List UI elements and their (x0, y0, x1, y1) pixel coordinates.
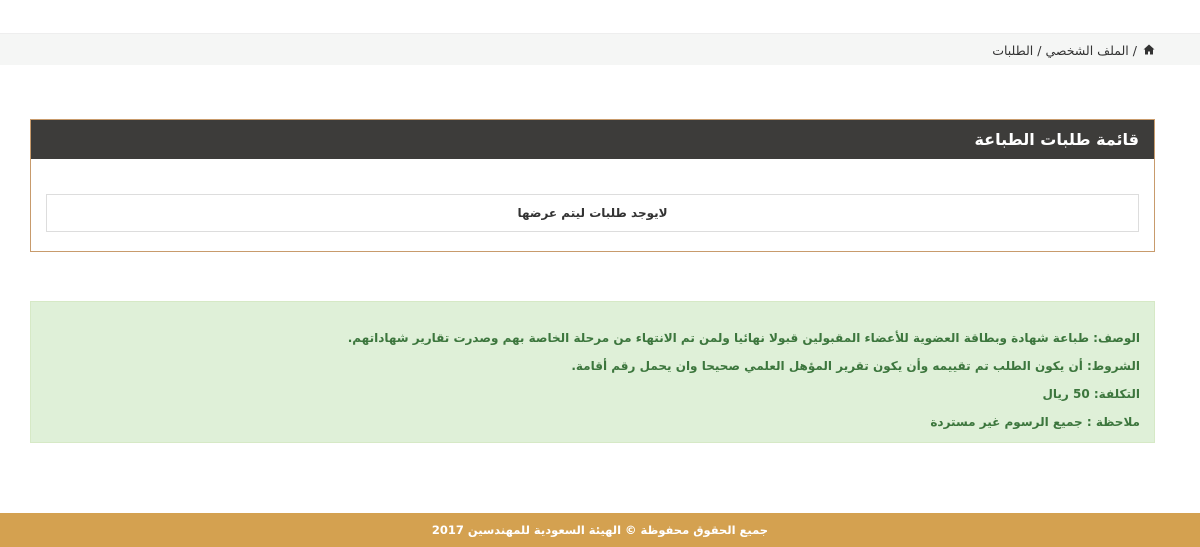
footer: جميع الحقوق محفوظة © الهيئة السعودية للم… (0, 513, 1200, 547)
breadcrumb-bar: / الملف الشخصي / الطلبات (0, 33, 1200, 65)
breadcrumb-home[interactable] (1141, 43, 1155, 58)
empty-requests-message: لايوجد طلبات ليتم عرضها (46, 194, 1139, 232)
home-icon (1143, 44, 1155, 54)
breadcrumb-profile-link[interactable]: الملف الشخصي (1045, 43, 1128, 58)
breadcrumb-separator: / (1037, 42, 1042, 58)
info-alert: الوصف: طباعة شهادة وبطاقة العضوية للأعضا… (30, 301, 1155, 443)
panel-title: قائمة طلبات الطباعة (974, 130, 1139, 149)
panel-header: قائمة طلبات الطباعة (31, 120, 1154, 159)
top-spacer (0, 0, 1200, 33)
info-conditions: الشروط: أن يكون الطلب تم تقييمه وأن يكون… (571, 359, 1140, 373)
breadcrumb: / الملف الشخصي / الطلبات (992, 34, 1155, 66)
breadcrumb-current: الطلبات (992, 42, 1034, 58)
info-note: ملاحظة : جميع الرسوم غير مستردة (930, 415, 1140, 429)
footer-copyright: جميع الحقوق محفوظة © الهيئة السعودية للم… (431, 523, 769, 537)
print-requests-panel: قائمة طلبات الطباعة لايوجد طلبات ليتم عر… (30, 119, 1155, 252)
info-cost: التكلفة: 50 ريال (1042, 387, 1140, 401)
breadcrumb-separator: / (1132, 42, 1137, 58)
info-description: الوصف: طباعة شهادة وبطاقة العضوية للأعضا… (347, 331, 1140, 345)
